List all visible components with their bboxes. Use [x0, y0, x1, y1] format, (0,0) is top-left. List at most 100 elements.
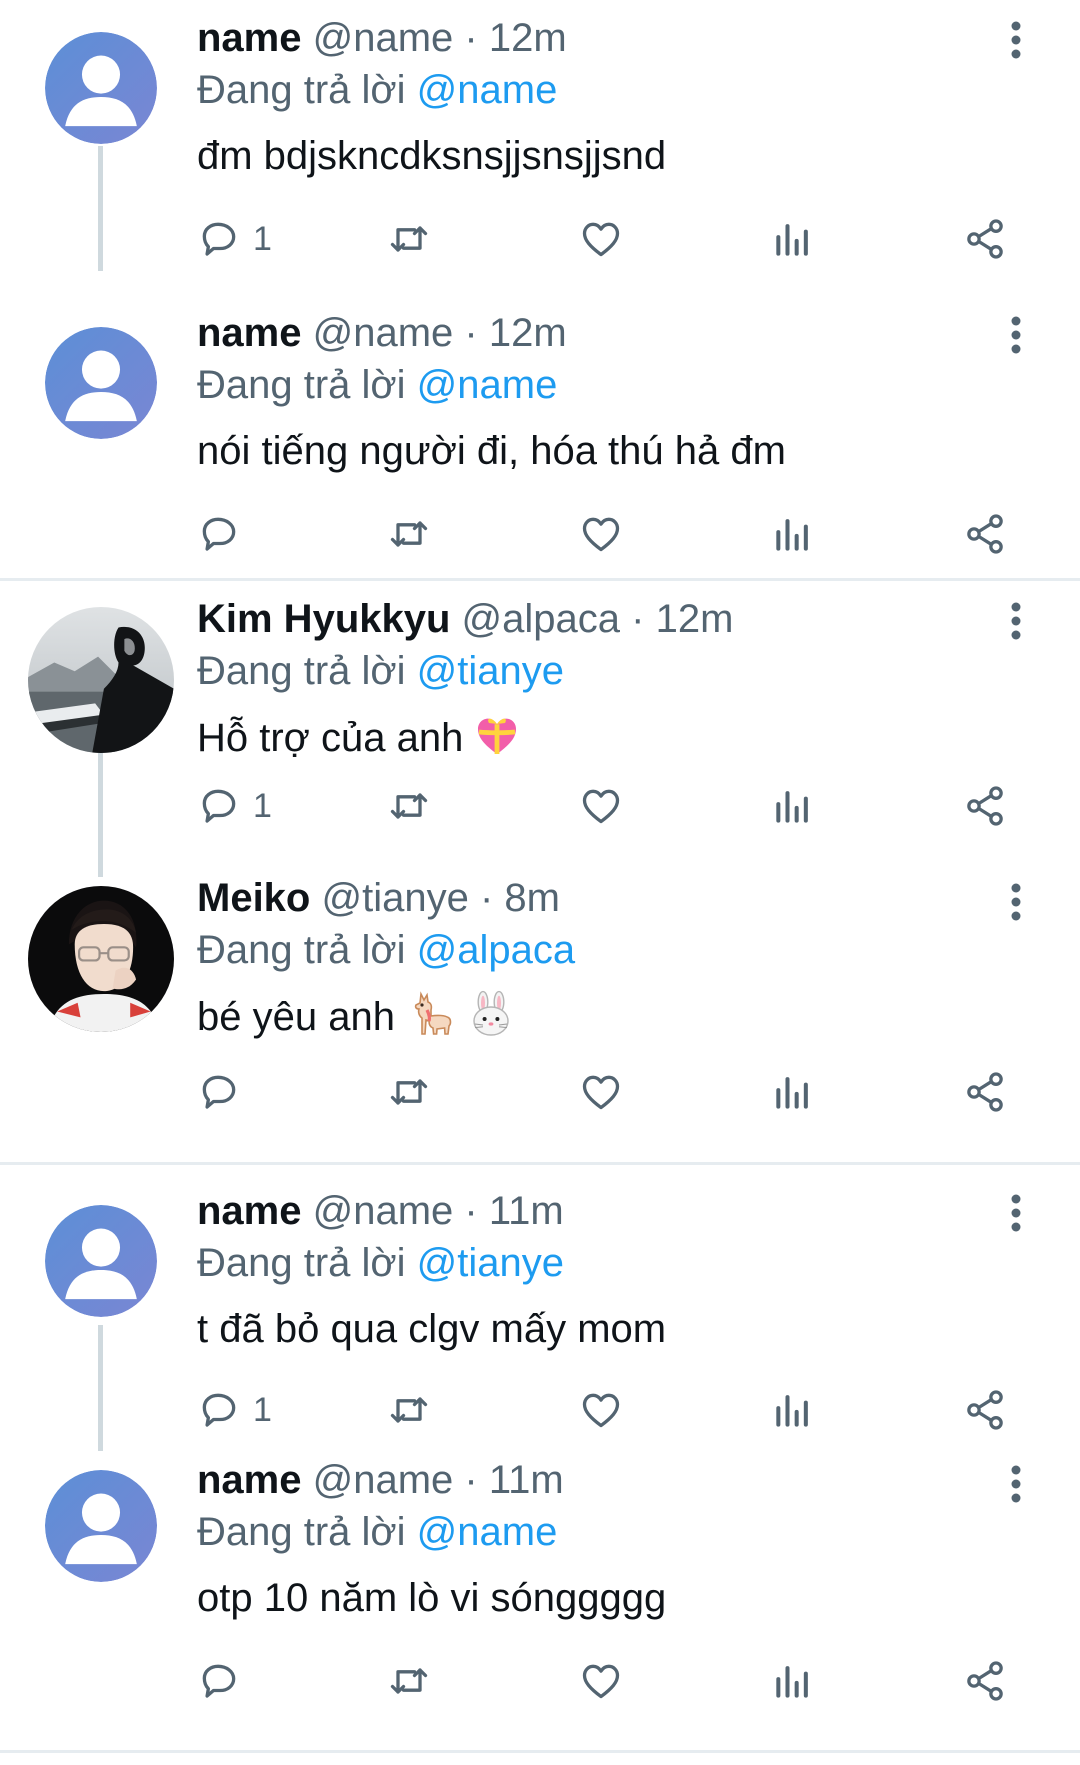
retweet-button[interactable]	[387, 1067, 431, 1117]
display-name[interactable]: Meiko	[197, 876, 310, 920]
more-options-button[interactable]	[1004, 882, 1028, 922]
retweet-button[interactable]	[387, 1385, 431, 1435]
tweet[interactable]: name @name · 11m Đang trả lời @name otp …	[0, 1458, 1080, 1750]
share-button[interactable]	[963, 781, 1007, 831]
mention-link[interactable]: @name	[417, 68, 558, 112]
tweet-header: name @name · 11m	[197, 1185, 960, 1237]
retweet-button[interactable]	[387, 781, 431, 831]
speech-bubble-icon	[202, 789, 236, 823]
tweet-text-body: t đã bỏ qua clgv mấy mom	[197, 1307, 667, 1351]
views-button[interactable]	[771, 781, 815, 831]
avatar[interactable]	[45, 1470, 157, 1582]
vertical-dots-icon	[1011, 602, 1021, 640]
mention-link[interactable]: @name	[417, 1510, 558, 1554]
display-name[interactable]: name	[197, 311, 302, 355]
display-name[interactable]: name	[197, 16, 302, 60]
heart-icon	[582, 1664, 620, 1699]
more-options-button[interactable]	[1004, 1193, 1028, 1233]
tweet-header: name @name · 12m	[197, 12, 960, 64]
share-icon	[967, 1390, 1003, 1430]
avatar[interactable]	[28, 886, 174, 1032]
views-button[interactable]	[771, 1067, 815, 1117]
avatar[interactable]	[45, 32, 157, 144]
tweet-text-body: Hỗ trợ của anh	[197, 716, 464, 760]
tweet[interactable]: Kim Hyukkyu @alpaca · 12m Đang trả lời @…	[0, 581, 1080, 876]
retweet-icon	[390, 521, 428, 547]
default-avatar-icon	[45, 1470, 157, 1582]
tweet[interactable]: name @name · 11m Đang trả lời @tianye t …	[0, 1165, 1080, 1460]
like-button[interactable]	[579, 1067, 623, 1117]
reply-prefix: Đang trả lời	[197, 363, 406, 407]
mention-link[interactable]: @tianye	[417, 649, 564, 693]
share-button[interactable]	[963, 214, 1007, 264]
share-button[interactable]	[963, 509, 1007, 559]
default-avatar-icon	[45, 327, 157, 439]
rabbit-emoji	[467, 990, 515, 1038]
share-button[interactable]	[963, 1067, 1007, 1117]
reply-button[interactable]	[197, 1656, 253, 1706]
mention-link[interactable]: @name	[417, 363, 558, 407]
tweet-text: t đã bỏ qua clgv mấy mom	[197, 1303, 960, 1355]
share-button[interactable]	[963, 1385, 1007, 1435]
avatar[interactable]	[28, 607, 174, 753]
share-button[interactable]	[963, 1656, 1007, 1706]
tweet-content: Kim Hyukkyu @alpaca · 12m Đang trả lời @…	[197, 593, 960, 764]
like-button[interactable]	[579, 1385, 623, 1435]
views-button[interactable]	[771, 1385, 815, 1435]
reply-button[interactable]: 1	[197, 781, 272, 831]
tweet-header: name @name · 11m	[197, 1454, 960, 1506]
reply-count: 1	[253, 1390, 272, 1429]
more-options-button[interactable]	[1004, 601, 1028, 641]
share-icon	[967, 219, 1003, 259]
tweet-text-body: otp 10 năm lò vi sónggggg	[197, 1576, 667, 1620]
avatar[interactable]	[45, 327, 157, 439]
speech-bubble-icon	[202, 1664, 236, 1698]
tweet-content: name @name · 11m Đang trả lời @name otp …	[197, 1454, 960, 1624]
more-options-button[interactable]	[1004, 1464, 1028, 1504]
reply-count: 1	[253, 786, 272, 825]
reply-button[interactable]: 1	[197, 1385, 272, 1435]
bar-chart-icon	[776, 791, 808, 823]
more-options-button[interactable]	[1004, 20, 1028, 60]
speech-bubble-icon	[202, 1075, 236, 1109]
more-options-button[interactable]	[1004, 315, 1028, 355]
tweet[interactable]: Meiko @tianye · 8m Đang trả lời @alpaca …	[0, 876, 1080, 1162]
reply-button[interactable]	[197, 509, 253, 559]
avatar[interactable]	[45, 1205, 157, 1317]
tweet[interactable]: name @name · 12m Đang trả lời @name đm b…	[0, 0, 1080, 295]
vertical-dots-icon	[1011, 316, 1021, 354]
like-button[interactable]	[579, 1656, 623, 1706]
default-avatar-icon	[45, 32, 157, 144]
display-name[interactable]: Kim Hyukkyu	[197, 597, 450, 641]
retweet-icon	[390, 1079, 428, 1105]
views-button[interactable]	[771, 1656, 815, 1706]
gift-heart-emoji	[473, 711, 521, 759]
photo-avatar-glasses	[28, 886, 174, 1032]
retweet-icon	[390, 793, 428, 819]
display-name[interactable]: name	[197, 1458, 302, 1502]
like-button[interactable]	[579, 509, 623, 559]
action-bar	[197, 1656, 1017, 1706]
reply-prefix: Đang trả lời	[197, 1241, 406, 1285]
reply-count: 1	[253, 219, 272, 258]
mention-link[interactable]: @alpaca	[417, 928, 575, 972]
replying-to: Đang trả lời @tianye	[197, 1237, 960, 1289]
reply-button[interactable]	[197, 1067, 253, 1117]
retweet-button[interactable]	[387, 509, 431, 559]
tweet[interactable]: name @name · 12m Đang trả lời @name nói …	[0, 295, 1080, 578]
like-button[interactable]	[579, 781, 623, 831]
bar-chart-icon	[776, 224, 808, 256]
share-icon	[967, 1661, 1003, 1701]
reply-feed: name @name · 12m Đang trả lời @name đm b…	[0, 0, 1080, 1765]
mention-link[interactable]: @tianye	[417, 1241, 564, 1285]
share-icon	[967, 1072, 1003, 1112]
views-button[interactable]	[771, 214, 815, 264]
retweet-button[interactable]	[387, 214, 431, 264]
retweet-button[interactable]	[387, 1656, 431, 1706]
display-name[interactable]: name	[197, 1189, 302, 1233]
photo-avatar-boat	[28, 607, 174, 753]
views-button[interactable]	[771, 509, 815, 559]
reply-prefix: Đang trả lời	[197, 649, 406, 693]
reply-button[interactable]: 1	[197, 214, 272, 264]
like-button[interactable]	[579, 214, 623, 264]
